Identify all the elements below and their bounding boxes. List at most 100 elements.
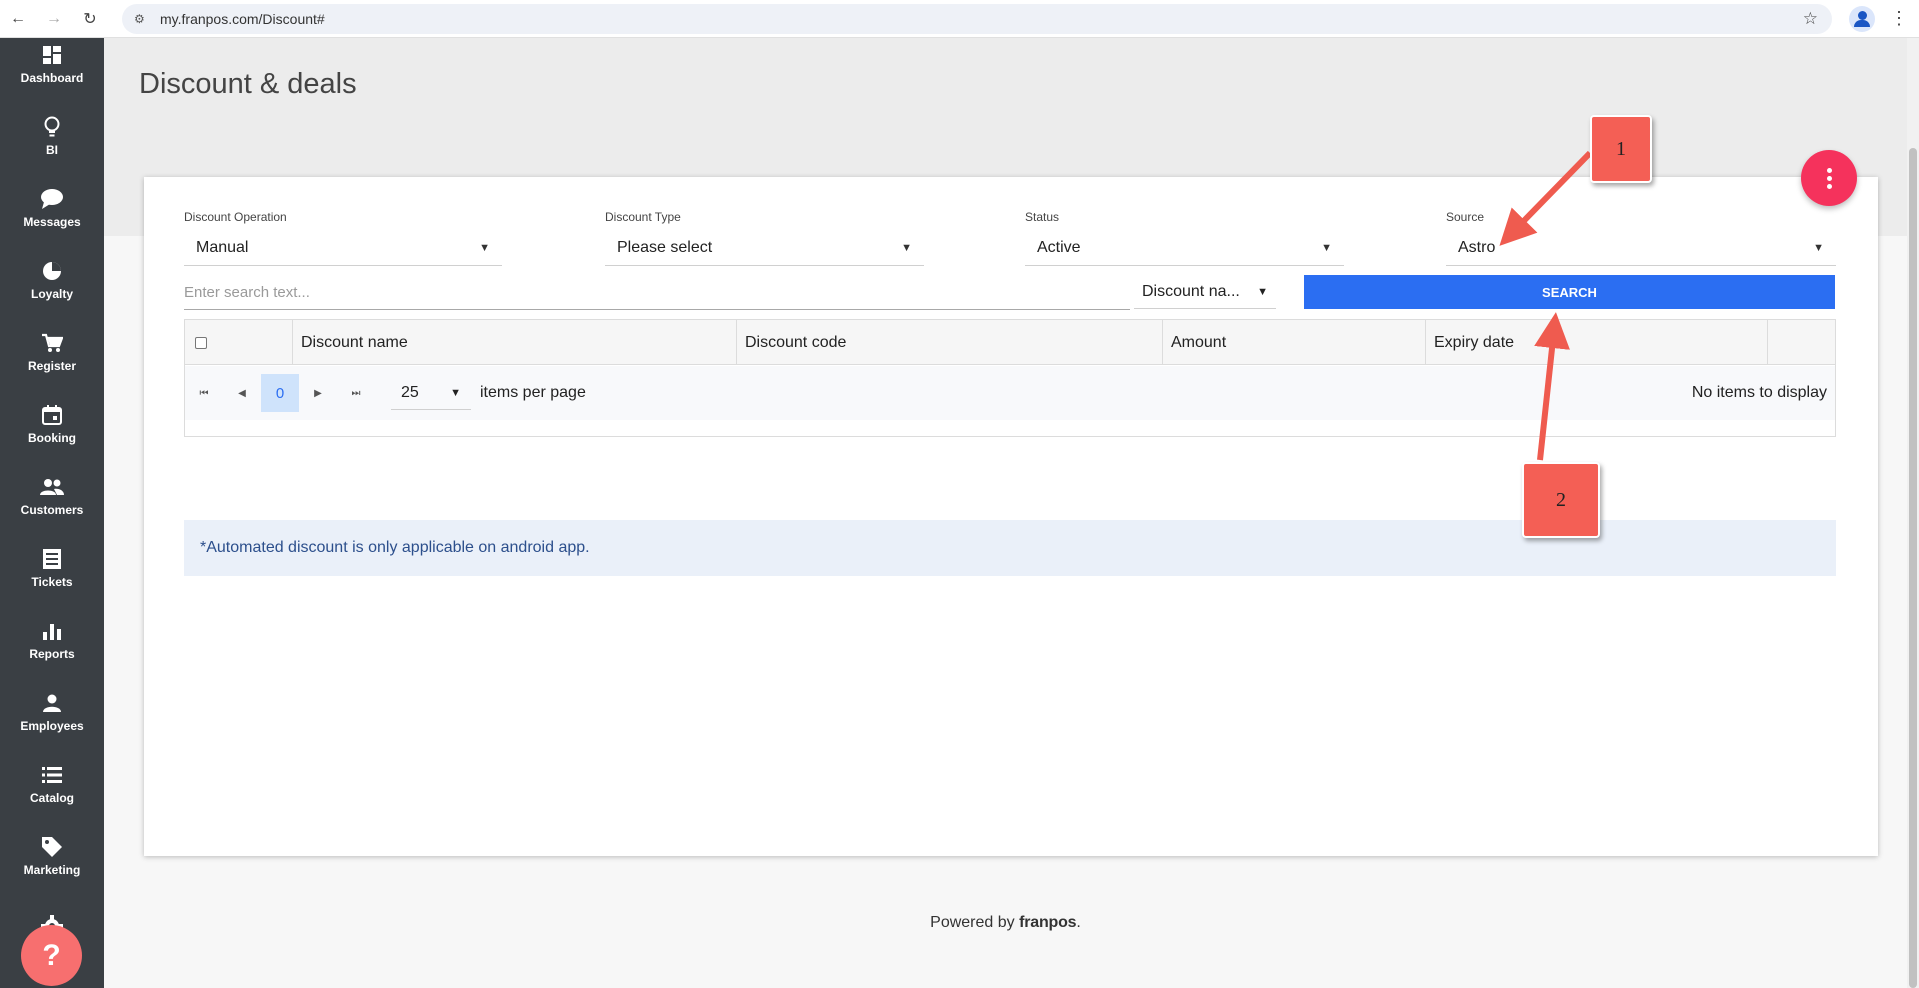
calendar-icon [40, 403, 64, 427]
tag-icon [40, 835, 64, 859]
sidebar-item-tickets[interactable]: Tickets [0, 532, 104, 604]
cart-icon [40, 331, 64, 355]
search-input[interactable] [184, 276, 1130, 310]
reload-icon[interactable]: ↻ [72, 0, 108, 38]
discount-operation-label: Discount Operation [184, 210, 287, 224]
profile-avatar-icon[interactable] [1849, 6, 1875, 32]
empty-message: No items to display [1691, 384, 1827, 401]
column-header-discount-code[interactable]: Discount code [737, 320, 1163, 365]
search-button[interactable]: SEARCH [1304, 275, 1835, 309]
chat-bubble-icon [40, 187, 64, 211]
sidebar-item-messages[interactable]: Messages [0, 172, 104, 244]
scrollbar[interactable] [1907, 38, 1919, 988]
search-by-select[interactable]: Discount na... ▼ [1134, 275, 1276, 309]
dropdown-arrow-icon: ▼ [1813, 241, 1824, 254]
sidebar-item-register[interactable]: Register [0, 316, 104, 388]
discount-operation-select[interactable]: Manual ▼ [184, 230, 502, 266]
receipt-icon [40, 547, 64, 571]
sidebar: Dashboard BI Messages Loyalty Register B… [0, 38, 104, 988]
sidebar-item-label: Reports [29, 647, 75, 661]
discount-type-value: Please select [617, 238, 713, 256]
discount-grid: Discount name Discount code Amount Expir… [184, 319, 1836, 437]
sidebar-item-label: Tickets [31, 575, 73, 589]
column-header-discount-name[interactable]: Discount name [293, 320, 737, 365]
prev-page-icon[interactable]: ◀ [223, 374, 261, 412]
sidebar-item-label: Messages [23, 215, 81, 229]
site-settings-icon[interactable]: ⚙ [134, 12, 148, 26]
help-button[interactable]: ? [21, 925, 82, 986]
address-bar[interactable]: ⚙ my.franpos.com/Discount# ☆ [122, 4, 1832, 34]
grid-header: Discount name Discount code Amount Expir… [185, 320, 1835, 365]
sidebar-item-bi[interactable]: BI [0, 100, 104, 172]
sidebar-item-loyalty[interactable]: Loyalty [0, 244, 104, 316]
pie-chart-icon [40, 259, 64, 283]
column-header-expiry-date[interactable]: Expiry date [1426, 320, 1768, 365]
discount-type-select[interactable]: Please select ▼ [605, 230, 924, 266]
page-size-label: items per page [480, 384, 586, 401]
first-page-icon[interactable]: ⏮ [185, 374, 223, 412]
discount-type-field: Discount Type Please select ▼ [605, 210, 924, 266]
status-value: Active [1037, 238, 1081, 256]
annotation-marker-1: 1 [1590, 115, 1652, 183]
sidebar-item-label: Customers [20, 503, 84, 517]
discount-operation-field: Discount Operation Manual ▼ [184, 210, 502, 266]
footer-suffix: . [1076, 914, 1081, 931]
column-header-amount[interactable]: Amount [1163, 320, 1426, 365]
page-title: Discount & deals [139, 68, 357, 100]
sidebar-item-reports[interactable]: Reports [0, 604, 104, 676]
url-text: my.franpos.com/Discount# [160, 11, 325, 27]
sidebar-item-catalog[interactable]: Catalog [0, 748, 104, 820]
column-header-actions [1768, 320, 1835, 365]
select-all-checkbox[interactable] [195, 336, 207, 349]
footer: Powered by franpos. [104, 914, 1907, 932]
browser-menu-icon[interactable]: ⋮ [1890, 8, 1908, 28]
sidebar-item-label: Employees [20, 719, 84, 733]
sidebar-item-label: Loyalty [30, 287, 73, 301]
dropdown-arrow-icon: ▼ [1257, 285, 1268, 298]
source-value: Astro [1458, 238, 1496, 256]
search-by-value: Discount na... [1142, 282, 1240, 300]
bar-chart-icon [40, 619, 64, 643]
status-field: Status Active ▼ [1025, 210, 1344, 266]
dropdown-arrow-icon: ▼ [450, 386, 461, 399]
sidebar-item-label: BI [46, 143, 58, 157]
sidebar-item-dashboard[interactable]: Dashboard [0, 38, 104, 100]
sidebar-item-label: Marketing [23, 863, 81, 877]
sidebar-item-employees[interactable]: Employees [0, 676, 104, 748]
people-icon [40, 475, 64, 499]
status-label: Status [1025, 210, 1060, 224]
scrollbar-thumb[interactable] [1909, 148, 1917, 988]
dropdown-arrow-icon: ▼ [901, 241, 912, 254]
sidebar-item-customers[interactable]: Customers [0, 460, 104, 532]
sidebar-item-marketing[interactable]: Marketing [0, 820, 104, 892]
next-page-icon[interactable]: ▶ [299, 374, 337, 412]
source-select[interactable]: Astro ▼ [1446, 230, 1836, 266]
bookmark-star-icon[interactable]: ☆ [1803, 9, 1818, 29]
back-icon[interactable]: ← [0, 0, 36, 38]
more-actions-button[interactable] [1801, 150, 1857, 206]
annotation-marker-2: 2 [1522, 462, 1600, 538]
sidebar-item-label: Catalog [29, 791, 74, 805]
dropdown-arrow-icon: ▼ [479, 241, 490, 254]
page-number-button[interactable]: 0 [261, 374, 299, 412]
list-icon [40, 763, 64, 787]
source-label: Source [1446, 210, 1485, 224]
lightbulb-icon [40, 115, 64, 139]
sidebar-item-label: Booking [28, 431, 76, 445]
last-page-icon[interactable]: ⏭ [337, 374, 375, 412]
footer-prefix: Powered by [930, 914, 1015, 931]
page-size-select[interactable]: 25 ▼ [391, 376, 471, 410]
sidebar-item-booking[interactable]: Booking [0, 388, 104, 460]
dropdown-arrow-icon: ▼ [1321, 241, 1332, 254]
discount-operation-value: Manual [196, 238, 249, 256]
discount-card: Discount Operation Manual ▼ Discount Typ… [144, 177, 1878, 856]
grid-pager: ⏮ ◀ 0 ▶ ⏭ 25 ▼ items per page No items t… [185, 366, 1835, 420]
forward-icon[interactable]: → [36, 0, 72, 38]
dashboard-icon [40, 43, 64, 67]
source-field: Source Astro ▼ [1446, 210, 1836, 266]
sidebar-item-label: Dashboard [20, 71, 84, 85]
page-size-value: 25 [401, 383, 419, 401]
person-icon [40, 691, 64, 715]
status-select[interactable]: Active ▼ [1025, 230, 1344, 266]
discount-type-label: Discount Type [605, 210, 681, 224]
